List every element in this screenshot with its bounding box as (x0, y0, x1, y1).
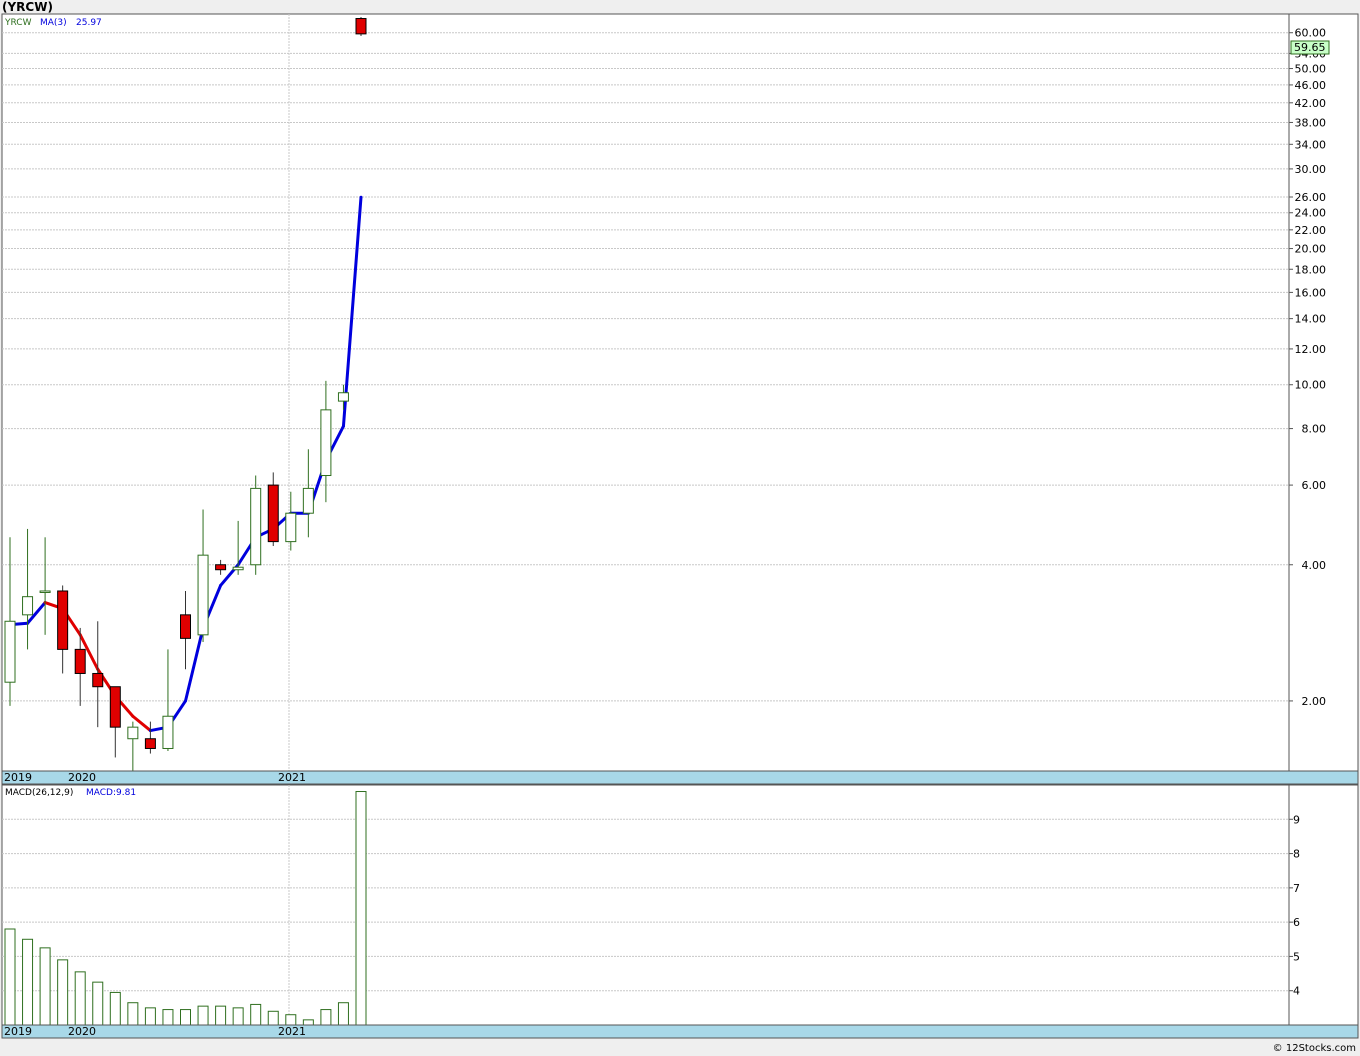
price-tick-label: 24.00 (1295, 207, 1327, 220)
candle-body (4, 620, 16, 683)
macd-bar (74, 971, 86, 1026)
price-tick-label: 18.00 (1295, 263, 1327, 276)
macd-bar (92, 981, 104, 1026)
macd-bar (197, 1005, 209, 1026)
macd-bar (162, 1009, 174, 1026)
macd-bar (355, 791, 367, 1026)
date-label: 2019 (4, 771, 32, 784)
macd-label: MACD(26,12,9) (5, 788, 73, 798)
candle-body (74, 648, 86, 674)
candle-body (302, 487, 314, 514)
date-label: 2020 (68, 771, 96, 784)
stock-chart: 2.00 4.00 6.00 8.00 10.00 12.00 14.00 16.00 18.0… (1, 13, 1359, 1039)
macd-bar (4, 928, 16, 1026)
candle-body (109, 686, 121, 728)
candle-body (127, 726, 139, 740)
macd-bar (57, 959, 69, 1026)
price-tick-label: 22.00 (1295, 224, 1327, 237)
price-tick-label: 42.00 (1295, 97, 1327, 110)
price-tick-label: 50.00 (1295, 63, 1327, 76)
candle-body (57, 590, 69, 650)
macd-bar (22, 938, 34, 1026)
macd-bar (285, 1014, 297, 1026)
price-tick-label: 16.00 (1295, 286, 1327, 299)
date-band-bottom (1, 1024, 1359, 1039)
macd-bar (109, 991, 121, 1026)
price-tick-label: 8.00 (1302, 423, 1327, 436)
candle (250, 475, 262, 575)
candle-body (39, 590, 51, 593)
macd-bar (337, 1002, 349, 1026)
date-label: 2021 (278, 1025, 306, 1038)
price-tick-label: 4.00 (1302, 559, 1327, 572)
price-tick-label: 12.00 (1295, 343, 1327, 356)
macd-bar (250, 1003, 262, 1026)
candle-body (250, 487, 262, 566)
candle-body (215, 564, 227, 571)
candle-body (197, 554, 209, 636)
macd-tick-label: 8 (1293, 848, 1300, 861)
candle-body (92, 672, 104, 688)
macd-panel (1, 784, 1290, 1026)
candle-body (285, 512, 297, 543)
macd-tick-label: 7 (1293, 882, 1300, 895)
macd-bar (39, 947, 51, 1026)
candle-body (267, 484, 279, 543)
price-tick-label: 38.00 (1295, 116, 1327, 129)
candle-body (22, 596, 34, 616)
candle-body (355, 18, 367, 35)
macd-bar (232, 1007, 244, 1026)
ma-label: MA(3) (40, 18, 67, 28)
date-band-top (1, 770, 1359, 785)
macd-tick-label: 5 (1293, 950, 1300, 963)
macd-bar (320, 1009, 332, 1026)
candle-body (232, 566, 244, 571)
macd-bar (215, 1005, 227, 1026)
price-tick-label: 60.00 (1295, 27, 1327, 40)
ma-value: 25.97 (76, 18, 102, 28)
date-label: 2020 (68, 1025, 96, 1038)
macd-tick-label: 6 (1293, 916, 1300, 929)
price-tick-label: 2.00 (1302, 695, 1327, 708)
macd-bar (180, 1009, 191, 1026)
price-tick-label: 46.00 (1295, 79, 1327, 92)
price-tick-label: 6.00 (1302, 479, 1327, 492)
macd-bar (267, 1010, 279, 1026)
macd-bar (127, 1002, 139, 1026)
macd-value: MACD:9.81 (86, 788, 136, 798)
last-price-badge: 59.65 (1290, 40, 1330, 55)
last-price-value: 59.65 (1294, 41, 1326, 54)
ticker-label: YRCW (4, 18, 32, 28)
price-tick-label: 20.00 (1295, 243, 1327, 256)
price-tick-label: 30.00 (1295, 163, 1327, 176)
macd-bar (144, 1007, 156, 1026)
credit-text: © 12Stocks.com (1272, 1043, 1356, 1054)
macd-tick-label: 4 (1293, 985, 1300, 998)
price-tick-label: 10.00 (1295, 379, 1327, 392)
date-label: 2019 (4, 1025, 32, 1038)
price-tick-label: 34.00 (1295, 138, 1327, 151)
candle-body (162, 715, 174, 749)
candle-body (180, 614, 191, 639)
candle-body (320, 409, 332, 477)
candle-body (337, 392, 349, 402)
candle (355, 16, 367, 37)
macd-tick-label: 9 (1293, 813, 1300, 826)
date-label: 2021 (278, 771, 306, 784)
price-tick-label: 14.00 (1295, 313, 1327, 326)
candle-body (144, 738, 156, 749)
price-tick-label: 26.00 (1295, 191, 1327, 204)
